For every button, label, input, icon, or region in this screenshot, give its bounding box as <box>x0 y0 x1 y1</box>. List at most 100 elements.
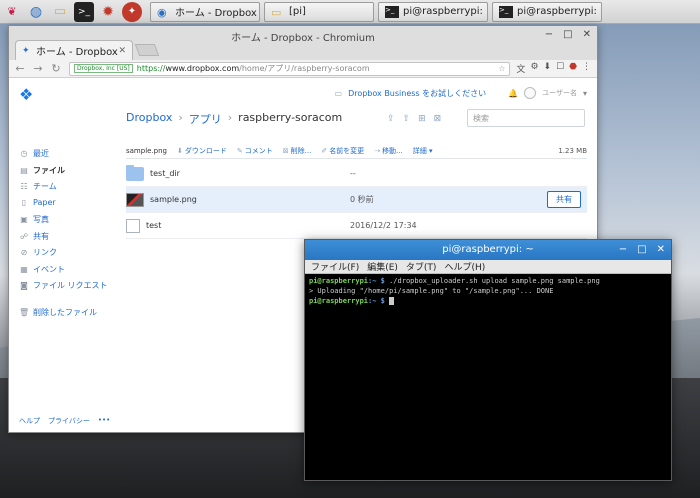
task-terminal-1[interactable]: >_ pi@raspberrypi: ~ <box>378 1 488 22</box>
forward-icon[interactable]: → <box>33 62 43 75</box>
terminal-menubar: ファイル(F) 編集(E) タブ(T) ヘルプ(H) <box>305 260 671 274</box>
file-row-test[interactable]: test 2016/12/2 17:34 <box>126 213 587 239</box>
notification-bell-icon[interactable]: 🔔 <box>508 89 518 98</box>
adblock-icon[interactable]: ⬣ <box>569 62 577 75</box>
share-button[interactable]: 共有 <box>547 191 581 208</box>
wolfram-icon[interactable]: ✦ <box>122 1 142 22</box>
terminal-icon[interactable]: >_ <box>74 1 94 22</box>
maximize-icon[interactable]: □ <box>637 240 646 260</box>
request-icon: ◙ <box>20 281 28 290</box>
new-folder-icon[interactable]: ⊞ <box>418 114 426 124</box>
username[interactable]: ユーザー名 <box>542 88 577 98</box>
minimize-icon[interactable]: − <box>545 29 553 40</box>
task-terminal-2[interactable]: >_ pi@raspberrypi: ~ <box>492 1 602 22</box>
sidebar-item-label: Paper <box>33 198 56 207</box>
rename-label: 名前を変更 <box>329 146 365 155</box>
taskbar: ❦ ◍ ▭ >_ ✹ ✦ ◉ ホーム - Dropbox - C... ▭ [p… <box>0 0 700 24</box>
file-row-test-dir[interactable]: test_dir -- <box>126 161 587 187</box>
terminal-icon: >_ <box>385 5 399 18</box>
file-row-sample-png[interactable]: sample.png 0 秒前 共有 <box>126 187 587 213</box>
back-icon[interactable]: ← <box>15 62 25 75</box>
download-icon: ⬇ <box>177 146 183 155</box>
business-link[interactable]: Dropbox Business をお試しください <box>348 88 486 99</box>
bookmark-star-icon[interactable]: ☆ <box>498 64 505 73</box>
dropbox-logo-icon[interactable]: ❖ <box>19 85 33 104</box>
minimize-icon[interactable]: − <box>619 240 627 260</box>
breadcrumb: Dropbox › アプリ › raspberry-soracom <box>126 111 342 127</box>
comment-label: コメント <box>244 146 273 155</box>
move-button[interactable]: ⇢ 移動... <box>374 146 403 156</box>
search-input[interactable]: 検索 <box>467 109 585 127</box>
web-browser-icon[interactable]: ◍ <box>26 2 46 22</box>
sidebar-item-files[interactable]: ▤ ファイル <box>19 165 65 176</box>
menu-file[interactable]: ファイル(F) <box>311 260 359 273</box>
breadcrumb-dropbox[interactable]: Dropbox <box>126 111 172 127</box>
delete-icon[interactable]: ⊠ <box>434 114 442 124</box>
file-name[interactable]: test <box>146 221 350 230</box>
new-tab-button[interactable] <box>134 44 160 56</box>
more-button[interactable]: 詳細 ▾ <box>413 146 433 156</box>
close-icon[interactable]: ✕ <box>583 29 591 40</box>
url-path: /home/アプリ/raspberry-soracom <box>239 64 370 73</box>
browser-tab[interactable]: ✦ ホーム - Dropbox ✕ <box>15 40 133 60</box>
file-name[interactable]: sample.png <box>150 195 350 204</box>
chevron-down-icon[interactable]: ▾ <box>583 89 587 98</box>
help-link[interactable]: ヘルプ <box>19 416 40 426</box>
file-icon <box>126 218 140 233</box>
browser-toolbar: ← → ↻ Dropbox, Inc [US] https:// www.dro… <box>9 60 597 78</box>
sidebar-item-label: イベント <box>33 265 65 274</box>
sidebar-item-deleted-files[interactable]: 🗑 削除したファイル <box>19 307 97 318</box>
delete-button[interactable]: ⊠ 削除... <box>283 146 312 156</box>
reload-icon[interactable]: ↻ <box>51 62 61 75</box>
file-size: 1.23 MB <box>558 146 587 155</box>
task-browser[interactable]: ◉ ホーム - Dropbox - C... <box>150 1 260 22</box>
download-button[interactable]: ⬇ ダウンロード <box>177 146 227 156</box>
close-icon[interactable]: ✕ <box>657 240 665 260</box>
rename-button[interactable]: ✐ 名前を変更 <box>321 146 364 156</box>
sidebar-item-paper[interactable]: ▯ Paper <box>19 198 56 207</box>
browser-titlebar[interactable]: ホーム - Dropbox - Chromium − □ ✕ ✦ ホーム - D… <box>9 26 597 60</box>
task-file-manager[interactable]: ▭ [pi] <box>264 1 374 22</box>
address-bar[interactable]: Dropbox, Inc [US] https:// www.dropbox.c… <box>69 61 511 76</box>
task-label: pi@raspberrypi: ~ <box>403 6 488 17</box>
download-ext-icon[interactable]: ⬇ <box>544 62 552 75</box>
tab-close-icon[interactable]: ✕ <box>118 46 126 56</box>
file-modified: 2016/12/2 17:34 <box>350 221 417 230</box>
terminal-output[interactable]: pi@raspberrypi:~ $ ./dropbox_uploader.sh… <box>305 274 671 308</box>
sidebar-item-photos[interactable]: ▣ 写真 <box>19 214 49 225</box>
secure-badge[interactable]: Dropbox, Inc [US] <box>74 64 133 73</box>
sidebar-item-links[interactable]: ⊘ リンク <box>19 247 57 258</box>
raspberry-menu-icon[interactable]: ❦ <box>2 2 22 22</box>
sidebar-item-recent[interactable]: ◷ 最近 <box>19 148 50 159</box>
sidebar: ❖ ◷ 最近 ▤ ファイル ☷ チーム ▯ Paper ▣ 写真 ☍ 共有 ⊘ … <box>9 79 119 432</box>
file-name[interactable]: test_dir <box>150 169 350 178</box>
more-footer-link[interactable]: ••• <box>98 416 110 426</box>
maximize-icon[interactable]: □ <box>563 29 572 40</box>
prompt-path: :~ $ <box>368 297 385 305</box>
avatar[interactable] <box>524 87 537 99</box>
sidebar-item-events[interactable]: ▦ イベント <box>19 264 65 275</box>
extension-icon[interactable]: ⚙ <box>530 62 538 75</box>
terminal-cursor <box>389 297 395 305</box>
file-manager-icon[interactable]: ▭ <box>50 2 70 22</box>
sidebar-item-label: 写真 <box>33 215 49 224</box>
breadcrumb-apps[interactable]: アプリ <box>189 111 222 127</box>
menu-icon[interactable]: ⋮ <box>582 62 591 75</box>
files-icon: ▤ <box>20 166 28 175</box>
upload-file-icon[interactable]: ⇪ <box>387 114 395 124</box>
privacy-link[interactable]: プライバシー <box>48 416 90 426</box>
upload-folder-icon[interactable]: ⇧ <box>403 114 411 124</box>
comment-button[interactable]: ✎ コメント <box>237 146 273 156</box>
puzzle-icon[interactable]: ☐ <box>556 62 564 75</box>
terminal-titlebar[interactable]: pi@raspberrypi: ~ − □ ✕ <box>305 240 671 260</box>
math-kernel-icon[interactable]: ✹ <box>98 2 118 22</box>
sidebar-item-sharing[interactable]: ☍ 共有 <box>19 231 49 242</box>
sidebar-item-team[interactable]: ☷ チーム <box>19 181 56 192</box>
menu-tabs[interactable]: タブ(T) <box>406 260 437 273</box>
menu-help[interactable]: ヘルプ(H) <box>444 260 485 273</box>
file-modified: 0 秒前 <box>350 195 374 204</box>
menu-edit[interactable]: 編集(E) <box>367 260 398 273</box>
sidebar-item-file-requests[interactable]: ◙ ファイル リクエスト <box>19 280 107 291</box>
terminal-window: pi@raspberrypi: ~ − □ ✕ ファイル(F) 編集(E) タブ… <box>304 239 672 481</box>
translate-icon[interactable]: 文 <box>516 62 525 75</box>
